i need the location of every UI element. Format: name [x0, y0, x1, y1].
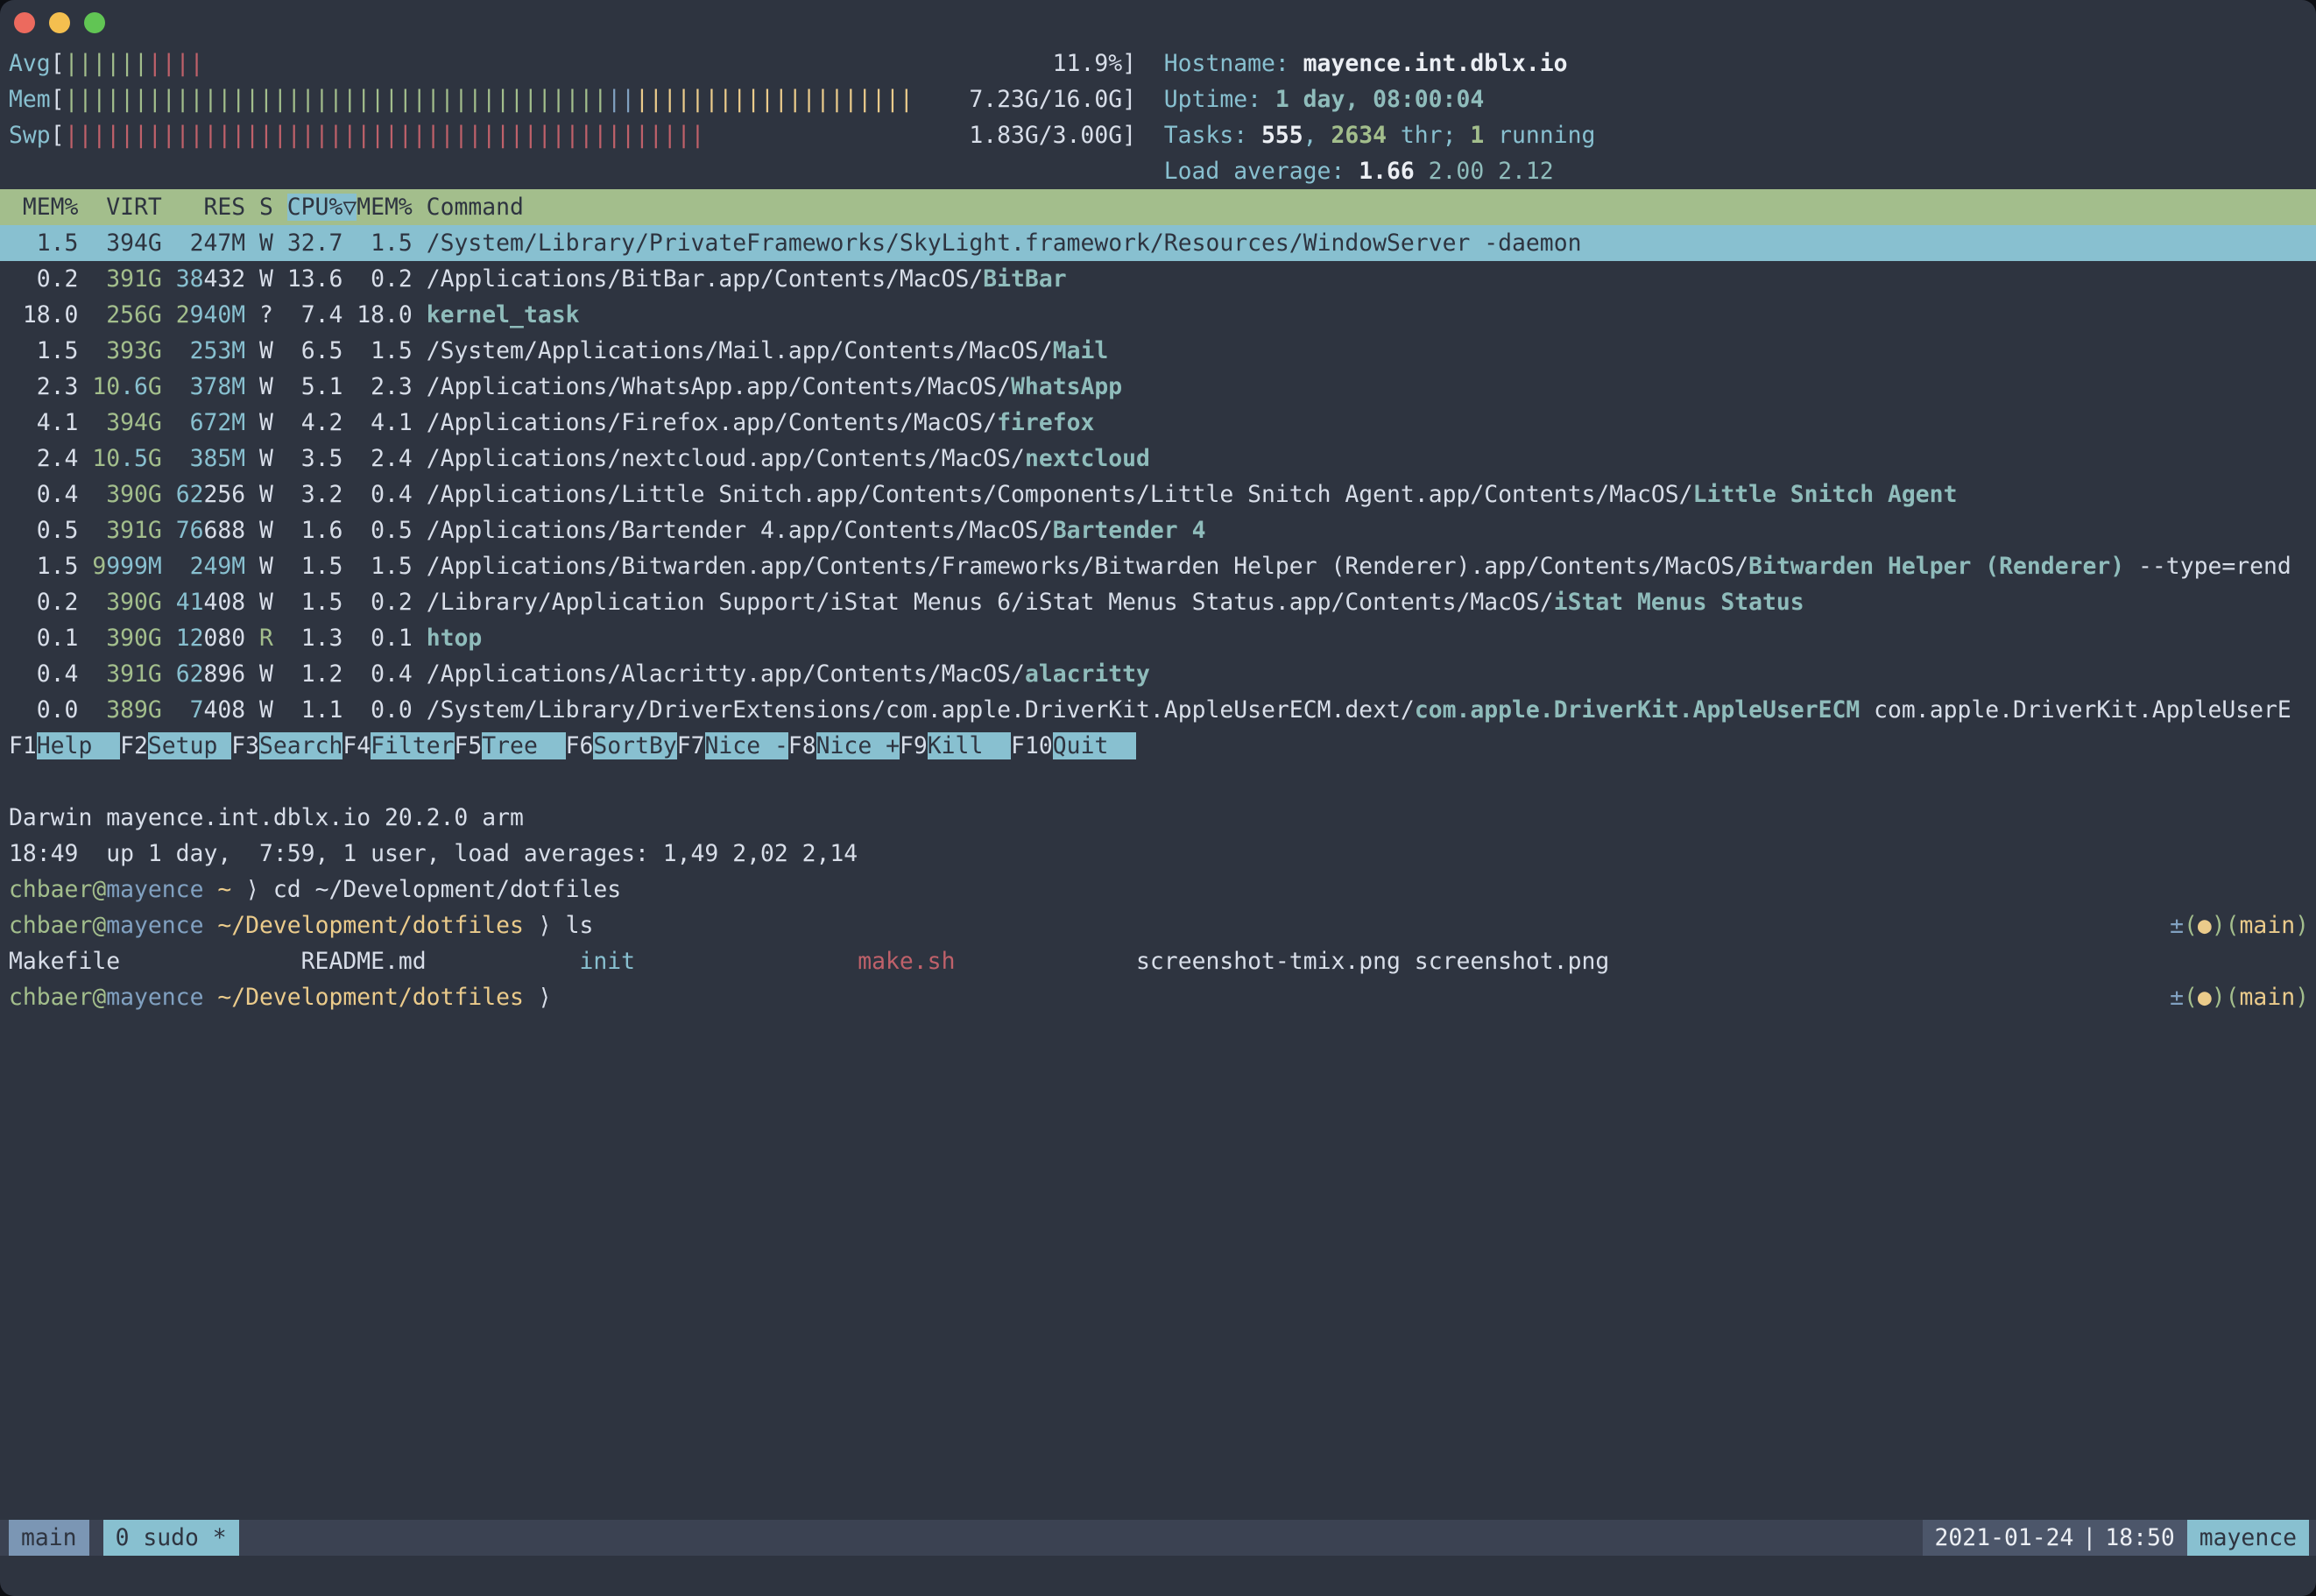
uptime-output: 18:49 up 1 day, 7:59, 1 user, load avera…: [0, 836, 2316, 872]
process-row[interactable]: 4.1 394G 672M W 4.2 4.1 /Applications/Fi…: [0, 405, 2316, 441]
fkey-f3[interactable]: F3: [231, 732, 259, 759]
fkey-label-f5[interactable]: Tree: [482, 732, 565, 759]
tmux-host-badge: mayence: [2187, 1520, 2309, 1556]
tmux-time: 18:50: [2105, 1524, 2174, 1551]
tmux-separator: |: [2082, 1524, 2096, 1551]
meter-bars-green: ||||||: [65, 50, 148, 77]
tmux-date: 2021-01-24: [1935, 1524, 2074, 1551]
swp-meter: Swp[||||||||||||||||||||||||||||||||||||…: [0, 117, 2316, 153]
sort-column-cpu[interactable]: CPU%▽: [287, 194, 357, 221]
fkey-label-f8[interactable]: Nice +: [816, 732, 900, 759]
fkey-f5[interactable]: F5: [455, 732, 483, 759]
fkey-f10[interactable]: F10: [1011, 732, 1053, 759]
tmux-session-badge[interactable]: main: [9, 1520, 89, 1556]
ls-item: Makefile: [9, 948, 120, 975]
meter-bars-red: ||||: [148, 50, 204, 77]
fkey-label-f4[interactable]: Filter: [371, 732, 454, 759]
ls-item: screenshot-tmix.png screenshot.png: [1136, 948, 1609, 975]
process-row[interactable]: 0.0 389G 7408 W 1.1 0.0 /System/Library/…: [0, 692, 2316, 728]
fkey-f2[interactable]: F2: [120, 732, 148, 759]
process-row[interactable]: 1.5 393G 253M W 6.5 1.5 /System/Applicat…: [0, 333, 2316, 369]
fkey-label-f6[interactable]: SortBy: [593, 732, 676, 759]
prompt-line-cd: chbaer@mayence ~ ⟩ cd ~/Development/dotf…: [0, 872, 2316, 907]
ls-output: Makefile README.md init make.sh screensh…: [0, 943, 2316, 979]
meter-bars-green: |||||||||||||||||||||||||||||||||||||||: [65, 86, 608, 113]
uname-output: Darwin mayence.int.dblx.io 20.2.0 arm: [0, 800, 2316, 836]
blank-line: [0, 764, 2316, 800]
ls-item: init: [579, 948, 635, 975]
fkey-f7[interactable]: F7: [677, 732, 705, 759]
fkey-f9[interactable]: F9: [900, 732, 928, 759]
process-row[interactable]: 0.4 390G 62256 W 3.2 0.4 /Applications/L…: [0, 477, 2316, 512]
process-row[interactable]: 0.1 390G 12080 R 1.3 0.1 htop: [0, 620, 2316, 656]
fkey-f6[interactable]: F6: [566, 732, 594, 759]
load-average-line: Load average: 1.66 2.00 2.12: [0, 153, 2316, 189]
git-status-indicator: ±(●)(main): [2170, 907, 2309, 943]
fkey-label-f3[interactable]: Search: [259, 732, 342, 759]
process-table-header[interactable]: MEM% VIRT RES S CPU%▽MEM% Command: [0, 189, 2316, 225]
function-key-bar: F1Help F2Setup F3SearchF4FilterF5Tree F6…: [0, 728, 2316, 764]
terminal-content: Avg[|||||||||| 11.9%] Hostname: mayence.…: [0, 46, 2316, 1015]
fkey-label-f1[interactable]: Help: [37, 732, 120, 759]
meter-bars-yellow: ||||||||||||||||||||: [635, 86, 914, 113]
fkey-f8[interactable]: F8: [788, 732, 816, 759]
process-row[interactable]: 0.2 391G 38432 W 13.6 0.2 /Applications/…: [0, 261, 2316, 297]
minimize-button[interactable]: [49, 12, 70, 33]
fkey-label-f10[interactable]: Quit: [1053, 732, 1136, 759]
avg-meter: Avg[|||||||||| 11.9%] Hostname: mayence.…: [0, 46, 2316, 81]
process-row-selected[interactable]: 1.5 394G 247M W 32.7 1.5 /System/Library…: [0, 225, 2316, 261]
fkey-label-f2[interactable]: Setup: [148, 732, 231, 759]
fkey-label-f9[interactable]: Kill: [928, 732, 1011, 759]
fkey-f4[interactable]: F4: [342, 732, 371, 759]
ls-item: README.md: [301, 948, 427, 975]
titlebar: [0, 0, 2316, 46]
close-button[interactable]: [14, 12, 35, 33]
tmux-window-badge[interactable]: 0 sudo *: [103, 1520, 239, 1556]
terminal-window: Avg[|||||||||| 11.9%] Hostname: mayence.…: [0, 0, 2316, 1596]
tmux-date-time: 2021-01-24 | 18:50: [1923, 1520, 2187, 1556]
process-row[interactable]: 0.4 391G 62896 W 1.2 0.4 /Applications/A…: [0, 656, 2316, 692]
process-row[interactable]: 2.4 10.5G 385M W 3.5 2.4 /Applications/n…: [0, 441, 2316, 477]
prompt-line-empty: chbaer@mayence ~/Development/dotfiles ⟩ …: [0, 979, 2316, 1015]
process-row[interactable]: 1.5 9999M 249M W 1.5 1.5 /Applications/B…: [0, 548, 2316, 584]
process-row[interactable]: 18.0 256G 2940M ? 7.4 18.0 kernel_task: [0, 297, 2316, 333]
ls-item: make.sh: [858, 948, 955, 975]
process-row[interactable]: 0.2 390G 41408 W 1.5 0.2 /Library/Applic…: [0, 584, 2316, 620]
tmux-status-bar: main 0 sudo * 2021-01-24 | 18:50 mayence: [0, 1520, 2316, 1556]
git-status-indicator: ±(●)(main): [2170, 979, 2309, 1015]
prompt-line-ls: chbaer@mayence ~/Development/dotfiles ⟩ …: [0, 907, 2316, 943]
process-row[interactable]: 0.5 391G 76688 W 1.6 0.5 /Applications/B…: [0, 512, 2316, 548]
meter-bars-blue: ||: [607, 86, 635, 113]
zoom-button[interactable]: [84, 12, 105, 33]
mem-meter: Mem[||||||||||||||||||||||||||||||||||||…: [0, 81, 2316, 117]
fkey-label-f7[interactable]: Nice -: [705, 732, 788, 759]
fkey-f1[interactable]: F1: [9, 732, 37, 759]
process-row[interactable]: 2.3 10.6G 378M W 5.1 2.3 /Applications/W…: [0, 369, 2316, 405]
meter-bars-red: ||||||||||||||||||||||||||||||||||||||||…: [65, 122, 705, 149]
